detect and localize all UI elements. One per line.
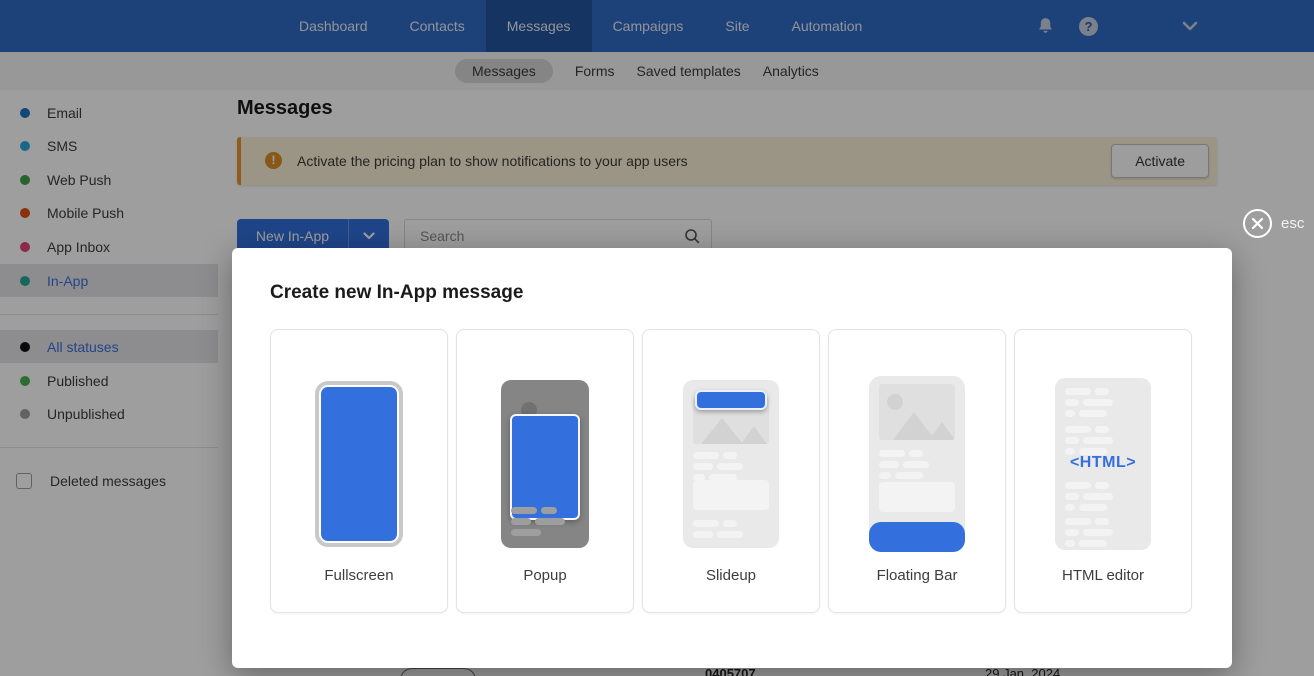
text-placeholder-lines (683, 520, 779, 542)
card-html-editor[interactable]: <HTML> HTML editor (1014, 329, 1192, 613)
popup-rect (510, 414, 580, 520)
card-label: HTML editor (1062, 567, 1144, 584)
html-editor-preview: <HTML> (1055, 378, 1151, 550)
card-label: Fullscreen (324, 567, 394, 584)
modal-title: Create new In-App message (270, 282, 524, 303)
card-popup[interactable]: Popup (456, 329, 634, 613)
text-placeholder-lines (501, 507, 589, 540)
html-badge: <HTML> (1069, 454, 1137, 471)
card-label: Slideup (705, 567, 757, 584)
content-block-placeholder (879, 482, 955, 512)
app-window: Dashboard Contacts Messages Campaigns Si… (0, 0, 1314, 676)
card-label: Floating Bar (876, 567, 958, 584)
popup-preview (501, 380, 589, 548)
create-in-app-message-modal: Create new In-App message Fullscreen Pop… (232, 248, 1232, 668)
card-fullscreen[interactable]: Fullscreen (270, 329, 448, 613)
modal-close-button[interactable]: esc (1243, 209, 1304, 238)
text-placeholder-lines (1055, 482, 1151, 515)
slideup-preview (683, 380, 779, 548)
floating-bar-preview (869, 376, 965, 552)
card-label: Popup (523, 567, 567, 584)
slideup-banner (695, 390, 767, 410)
esc-label: esc (1281, 215, 1305, 232)
card-slideup[interactable]: Slideup (642, 329, 820, 613)
text-placeholder-lines (1055, 518, 1151, 550)
text-placeholder-lines (1055, 388, 1151, 421)
image-placeholder (879, 384, 955, 440)
card-floating-bar[interactable]: Floating Bar (828, 329, 1006, 613)
content-block-placeholder (693, 480, 769, 510)
floating-bar-rect (869, 522, 965, 552)
message-type-cards: Fullscreen Popup Slideup Floating Bar <H… (270, 329, 1192, 613)
fullscreen-preview (315, 381, 403, 547)
close-x-icon (1243, 209, 1272, 238)
text-placeholder-lines (869, 450, 965, 483)
